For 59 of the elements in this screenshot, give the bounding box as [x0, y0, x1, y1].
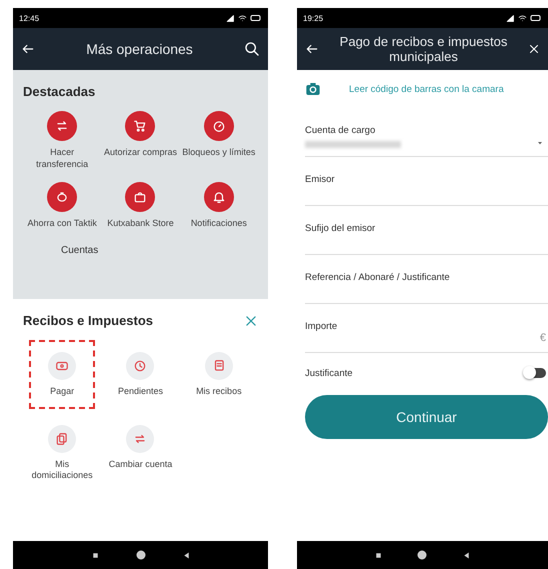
screen-title: Más operaciones: [85, 41, 194, 57]
sheet-title: Recibos e Impuestos: [23, 313, 154, 328]
arrows-icon: [55, 119, 70, 133]
search-icon: [244, 41, 260, 57]
close-icon: [244, 314, 258, 328]
close-button[interactable]: [528, 43, 540, 55]
status-time: 19:25: [303, 14, 324, 22]
circle-icon: [134, 549, 146, 561]
back-arrow-icon: [305, 42, 319, 56]
back-button[interactable]: [305, 42, 319, 56]
input-field[interactable]: Referencia / Abonaré / Justificante: [305, 255, 548, 304]
operation-item[interactable]: Hacer transferencia: [23, 111, 102, 170]
battery-icon: [530, 12, 542, 24]
status-time: 12:45: [19, 14, 40, 22]
sheet-option[interactable]: Pagar: [29, 340, 96, 409]
cart-icon: [133, 119, 148, 133]
piggy-bank-icon: [55, 190, 70, 204]
signal-icon: [506, 14, 515, 22]
bag-icon: [133, 190, 148, 204]
operation-item[interactable]: Bloqueos y límites: [180, 111, 258, 170]
search-button[interactable]: [244, 41, 260, 57]
section-title: Destacadas: [23, 84, 96, 99]
back-button[interactable]: [21, 42, 35, 56]
clock-icon: [133, 359, 148, 373]
caret-icon: [536, 139, 544, 147]
copy-icon: [55, 432, 70, 446]
back-arrow-icon: [21, 42, 35, 56]
sheet-option[interactable]: Mis domiciliaciones: [29, 413, 96, 493]
operation-item[interactable]: Notificaciones: [180, 182, 258, 229]
bell-icon: [212, 190, 226, 204]
section-title: Cuentas: [61, 245, 100, 256]
receipt-icon: [55, 359, 70, 373]
input-field[interactable]: Importe €: [305, 304, 548, 353]
square-icon: [90, 550, 100, 560]
battery-icon: [250, 12, 262, 24]
triangle-icon: [182, 550, 190, 560]
sheet-option[interactable]: Pendientes: [107, 340, 174, 409]
screen-title: Pago de recibos e impuestos municipales: [338, 34, 508, 64]
wifi-icon: [238, 14, 247, 22]
select-field[interactable]: Cuenta de cargo: [305, 108, 548, 157]
input-field[interactable]: Sufijo del emisor: [305, 206, 548, 255]
signal-icon: [226, 14, 235, 22]
sheet-option[interactable]: Mis recibos: [186, 340, 252, 409]
wifi-icon: [518, 14, 527, 22]
continue-button[interactable]: Continuar: [305, 395, 548, 439]
triangle-icon: [462, 550, 472, 560]
gauge-icon: [212, 119, 226, 133]
camera-icon: [305, 81, 321, 97]
arrows-icon: [133, 432, 148, 446]
toggle-switch[interactable]: [526, 368, 546, 378]
operation-item[interactable]: Ahorra con Taktik: [23, 182, 102, 229]
sheet-option[interactable]: Cambiar cuenta: [107, 413, 174, 493]
close-icon: [528, 43, 540, 55]
operation-item[interactable]: Kutxabank Store: [101, 182, 180, 229]
square-icon: [374, 550, 383, 560]
operation-item[interactable]: Autorizar compras: [101, 111, 180, 170]
field-label: Justificante: [305, 368, 353, 378]
circle-icon: [416, 549, 428, 561]
input-field[interactable]: Emisor: [305, 157, 548, 206]
